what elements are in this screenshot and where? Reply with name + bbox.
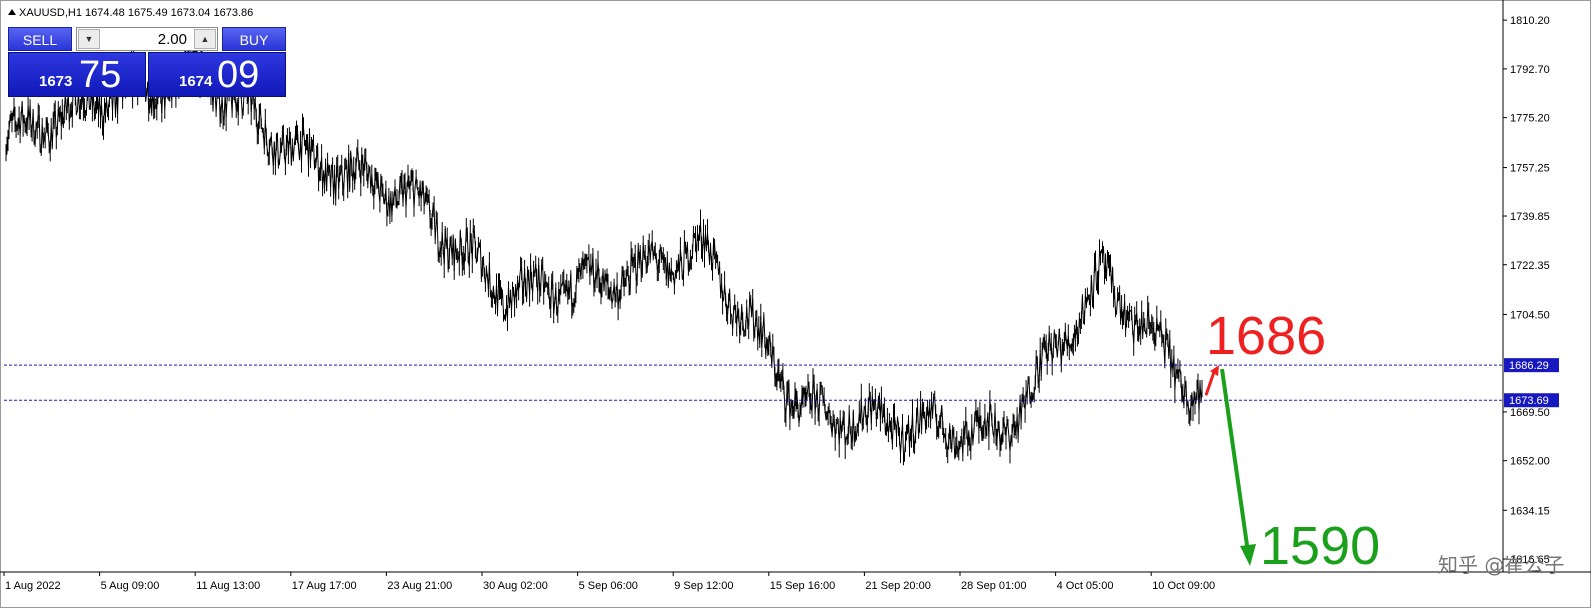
symbol-header: XAUUSD,H1 1674.48 1675.49 1673.04 1673.8… (8, 7, 253, 19)
buy-price-box[interactable]: 1674 09 (148, 52, 286, 97)
collapse-triangle-icon[interactable] (8, 9, 16, 15)
lot-size-input[interactable] (103, 30, 191, 48)
price-tick-label: 1652.00 (1510, 456, 1550, 468)
price-tick-label: 1810.20 (1510, 15, 1550, 27)
symbol-ohlc-text: XAUUSD,H1 1674.48 1675.49 1673.04 1673.8… (19, 7, 254, 19)
up-target-label: 1686 (1206, 306, 1327, 366)
price-tick-label: 1792.70 (1510, 64, 1550, 76)
lot-increase-icon[interactable]: ▲ (194, 29, 216, 49)
sell-price-pips: 75 (79, 54, 122, 96)
time-tick-label: 30 Aug 02:00 (483, 580, 548, 592)
time-tick-label: 17 Aug 17:00 (292, 580, 357, 592)
buy-price-pips: 09 (217, 54, 260, 96)
time-axis[interactable]: 1 Aug 2022 5 Aug 09:00 11 Aug 13:00 17 Aug … (3, 572, 1215, 592)
time-tick-label: 10 Oct 09:00 (1152, 580, 1215, 592)
price-tick-label: 1739.85 (1510, 211, 1550, 223)
price-tick-label: 1634.15 (1510, 505, 1550, 517)
time-tick-label: 11 Aug 13:00 (196, 580, 260, 592)
watermark-text: 知乎 @崔公子 (1438, 553, 1565, 577)
sell-price-handle: 1673 (39, 73, 73, 90)
time-tick-label: 15 Sep 16:00 (770, 580, 835, 592)
time-tick-label: 28 Sep 01:00 (961, 580, 1026, 592)
time-tick-label: 21 Sep 20:00 (865, 580, 930, 592)
price-tick-label: 1704.50 (1510, 309, 1550, 321)
level-lines (4, 364, 1503, 401)
level-price-text: 1673.69 (1509, 395, 1549, 407)
buy-button[interactable]: BUY (222, 27, 286, 51)
price-axis[interactable]: 1686.29 1673.69 1810.20 1792.70 1775.20 1757.… (1503, 15, 1559, 566)
time-tick-label: 9 Sep 12:00 (674, 580, 733, 592)
time-tick-label: 5 Sep 06:00 (579, 580, 638, 592)
price-tick-label: 1669.50 (1510, 407, 1550, 419)
down-arrow-shaft (1220, 368, 1250, 553)
level-price-text: 1686.29 (1509, 360, 1549, 372)
lot-size-stepper: ▼ ▲ (76, 27, 218, 51)
price-tick-label: 1722.35 (1510, 260, 1550, 272)
down-target-label: 1590 (1260, 516, 1381, 576)
one-click-trading-panel: SELL ▼ ▲ BUY 1673 75 1674 09 (8, 27, 286, 97)
forecast-arrows (1204, 365, 1256, 566)
down-arrow-head (1240, 544, 1256, 566)
sell-price-box[interactable]: 1673 75 (8, 52, 146, 97)
sell-button[interactable]: SELL (8, 27, 72, 51)
buy-price-handle: 1674 (179, 73, 213, 90)
price-tick-label: 1757.25 (1510, 163, 1550, 175)
lot-decrease-icon[interactable]: ▼ (78, 29, 100, 49)
time-tick-label: 5 Aug 09:00 (101, 580, 160, 592)
time-tick-label: 1 Aug 2022 (5, 580, 61, 592)
price-tick-label: 1775.20 (1510, 113, 1550, 125)
time-tick-label: 23 Aug 21:00 (387, 580, 452, 592)
time-tick-label: 4 Oct 05:00 (1057, 580, 1114, 592)
price-series (5, 44, 1203, 466)
